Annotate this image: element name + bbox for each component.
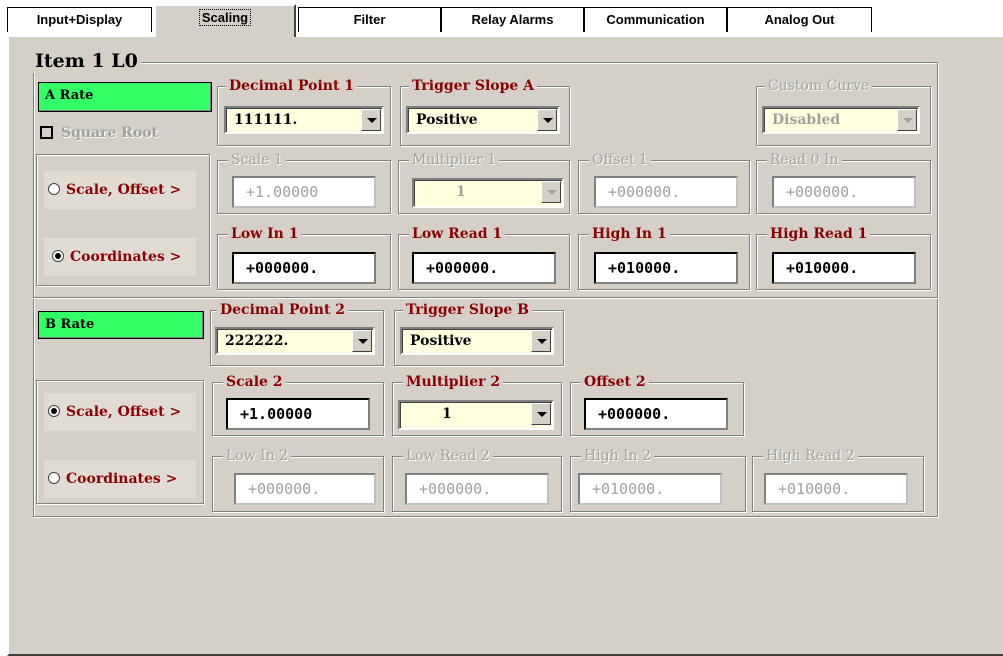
b-scale-input[interactable]: +1.00000 — [226, 398, 370, 430]
b-trigger-slope-value: Positive — [410, 333, 472, 349]
b-decimal-point-value: 222222. — [225, 333, 289, 349]
b-high-in-title: High In 2 — [581, 447, 655, 465]
square-root-checkbox[interactable]: Square Root — [40, 125, 158, 141]
chevron-down-icon[interactable] — [531, 403, 551, 425]
a-multiplier-value: 1 — [456, 184, 466, 200]
radio-on-icon — [48, 405, 60, 417]
tab-analog-out[interactable]: Analog Out — [727, 7, 872, 32]
b-offset-title: Offset 2 — [581, 373, 649, 391]
b-scale-offset-label: Scale, Offset > — [66, 404, 182, 420]
b-trigger-slope-title: Trigger Slope B — [403, 301, 532, 319]
chevron-down-icon[interactable] — [361, 109, 381, 131]
a-coordinates-radio[interactable]: Coordinates > — [44, 238, 196, 276]
a-rate-label: A Rate — [38, 82, 212, 112]
tab-communication[interactable]: Communication — [584, 7, 727, 32]
b-decimal-point-title: Decimal Point 2 — [217, 301, 349, 319]
a-offset-title: Offset 1 — [589, 151, 651, 169]
radio-on-icon — [52, 250, 64, 262]
item-title: Item 1 L0 — [32, 49, 141, 73]
a-trigger-slope-title: Trigger Slope A — [409, 77, 538, 95]
chevron-down-icon[interactable] — [352, 330, 372, 352]
a-scale-input[interactable]: +1.00000 — [232, 176, 376, 208]
custom-curve-title: Custom Curve — [765, 77, 873, 95]
tab-scaling[interactable]: Scaling — [154, 4, 296, 37]
a-decimal-point-value: 111111. — [234, 112, 298, 128]
a-high-in-input[interactable]: +010000. — [594, 252, 738, 284]
a-low-read-title: Low Read 1 — [409, 225, 506, 243]
b-low-in-title: Low In 2 — [223, 447, 292, 465]
a-scale-offset-radio[interactable]: Scale, Offset > — [44, 171, 196, 209]
b-offset-input[interactable]: +000000. — [584, 398, 728, 430]
b-low-read-title: Low Read 2 — [403, 447, 493, 465]
b-coordinates-label: Coordinates > — [66, 471, 178, 487]
b-low-in-input[interactable]: +000000. — [234, 473, 376, 505]
chevron-down-icon[interactable] — [537, 109, 557, 131]
b-high-read-title: High Read 2 — [763, 447, 858, 465]
a-decimal-point-select[interactable]: 111111. — [224, 106, 384, 134]
a-high-in-title: High In 1 — [589, 225, 670, 243]
square-root-label: Square Root — [61, 125, 159, 141]
b-trigger-slope-select[interactable]: Positive — [400, 327, 554, 355]
read0-input[interactable]: +000000. — [772, 176, 916, 208]
b-high-read-input[interactable]: +010000. — [764, 473, 908, 505]
a-multiplier-title: Multiplier 1 — [409, 151, 500, 169]
a-high-read-input[interactable]: +010000. — [772, 252, 916, 284]
a-low-in-title: Low In 1 — [228, 225, 302, 243]
chevron-down-icon[interactable] — [541, 181, 561, 203]
b-decimal-point-select[interactable]: 222222. — [215, 327, 375, 355]
b-high-in-input[interactable]: +010000. — [578, 473, 722, 505]
a-trigger-slope-value: Positive — [416, 112, 478, 128]
tab-relay-alarms[interactable]: Relay Alarms — [441, 7, 584, 32]
tab-input-display[interactable]: Input+Display — [7, 7, 152, 32]
a-scale-offset-label: Scale, Offset > — [66, 182, 182, 198]
tab-filter[interactable]: Filter — [298, 7, 441, 32]
radio-off-icon — [48, 472, 60, 484]
b-multiplier-title: Multiplier 2 — [403, 373, 504, 391]
a-trigger-slope-select[interactable]: Positive — [406, 106, 560, 134]
a-multiplier-select[interactable]: 1 — [412, 178, 564, 208]
a-low-in-input[interactable]: +000000. — [232, 252, 376, 284]
b-scale-title: Scale 2 — [223, 373, 286, 391]
checkbox-icon — [40, 126, 53, 139]
section-divider — [33, 297, 938, 299]
chevron-down-icon[interactable] — [897, 109, 917, 131]
tab-scaling-label: Scaling — [198, 9, 252, 26]
b-multiplier-value: 1 — [442, 406, 452, 422]
b-multiplier-select[interactable]: 1 — [398, 400, 554, 430]
chevron-down-icon[interactable] — [531, 330, 551, 352]
custom-curve-select[interactable]: Disabled — [762, 106, 920, 134]
a-low-read-input[interactable]: +000000. — [412, 252, 556, 284]
b-scale-offset-radio[interactable]: Scale, Offset > — [44, 393, 196, 431]
custom-curve-value: Disabled — [772, 112, 841, 128]
a-high-read-title: High Read 1 — [767, 225, 871, 243]
a-coordinates-label: Coordinates > — [70, 249, 182, 265]
radio-off-icon — [48, 183, 60, 195]
b-rate-label: B Rate — [38, 311, 204, 339]
a-scale-title: Scale 1 — [228, 151, 286, 169]
a-offset-input[interactable]: +000000. — [594, 176, 738, 208]
b-coordinates-radio[interactable]: Coordinates > — [44, 460, 196, 498]
a-decimal-point-title: Decimal Point 1 — [226, 77, 358, 95]
read0-title: Read 0 In — [767, 151, 842, 169]
b-low-read-input[interactable]: +000000. — [405, 473, 549, 505]
